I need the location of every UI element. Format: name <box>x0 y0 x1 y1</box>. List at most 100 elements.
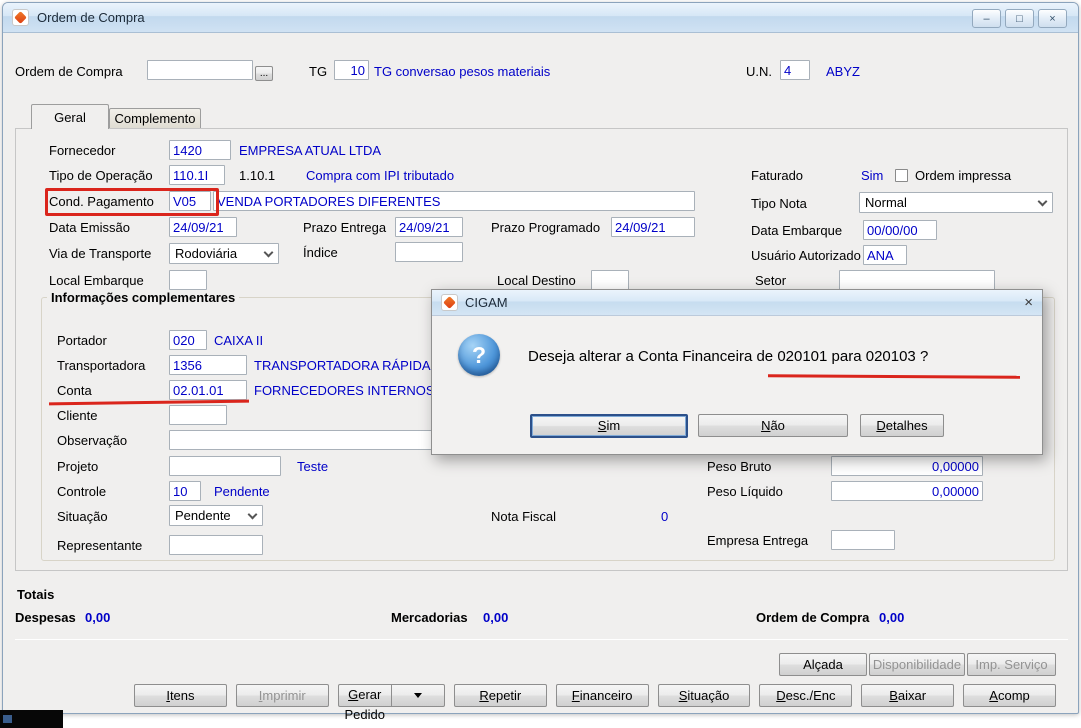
cond-pagamento-description <box>213 191 695 211</box>
projeto-input[interactable] <box>169 456 281 476</box>
dialog-title: CIGAM <box>465 295 508 310</box>
tipo-nota-value: Normal <box>865 195 907 210</box>
via-transporte-select[interactable]: Rodoviária <box>169 243 279 264</box>
local-embarque-input[interactable] <box>169 270 207 290</box>
prazo-programado-input[interactable] <box>611 217 695 237</box>
via-transporte-label: Via de Transporte <box>49 246 152 261</box>
tg-label: TG <box>309 64 328 79</box>
cond-pagamento-label: Cond. Pagamento <box>49 194 154 209</box>
data-embarque-input[interactable] <box>863 220 937 240</box>
browse-button[interactable]: ... <box>255 66 273 81</box>
nao-button[interactable]: Não <box>698 414 848 437</box>
indice-label: Índice <box>303 245 338 260</box>
cliente-label: Cliente <box>57 408 98 423</box>
setor-label: Setor <box>755 273 787 288</box>
question-icon: ? <box>458 334 500 376</box>
projeto-description: Teste <box>297 459 329 474</box>
cond-pagamento-input[interactable] <box>169 191 211 211</box>
setor-input[interactable] <box>839 270 995 290</box>
data-emissao-label: Data Emissão <box>49 220 130 235</box>
tipo-nota-select[interactable]: Normal <box>859 192 1053 213</box>
indice-input[interactable] <box>395 242 463 262</box>
tg-input[interactable] <box>334 60 369 80</box>
peso-liquido-label: Peso Líquido <box>707 484 783 499</box>
close-icon: × <box>1049 12 1056 25</box>
ordem-de-compra-window: Ordem de Compra – □ × Ordem de Compra ..… <box>2 2 1079 722</box>
prazo-entrega-input[interactable] <box>395 217 463 237</box>
close-button[interactable]: × <box>1038 9 1067 28</box>
tab-complemento[interactable]: Complemento <box>109 108 201 128</box>
empresa-entrega-label: Empresa Entrega <box>707 533 809 548</box>
action-button-row: Itens Imprimir Gerar Pedido Repetir Fina… <box>134 684 1056 722</box>
alcada-button[interactable]: Alçada <box>779 653 867 676</box>
peso-bruto-input[interactable] <box>831 456 983 476</box>
tab-geral[interactable]: Geral <box>31 104 109 129</box>
prazo-entrega-label: Prazo Entrega <box>303 220 387 235</box>
dialog-close-button[interactable]: × <box>1024 295 1033 310</box>
dropdown-arrow-icon <box>413 693 422 698</box>
mercadorias-label: Mercadorias <box>391 610 468 625</box>
controle-label: Controle <box>57 484 107 499</box>
un-input[interactable] <box>780 60 810 80</box>
prazo-programado-label: Prazo Programado <box>491 220 601 235</box>
acomp-button[interactable]: Acomp <box>963 684 1056 707</box>
financeiro-button[interactable]: Financeiro <box>555 684 649 707</box>
situacao-button[interactable]: Situação <box>657 684 751 707</box>
fornecedor-description: EMPRESA ATUAL LTDA <box>239 143 382 158</box>
fornecedor-input[interactable] <box>169 140 231 160</box>
imp-servico-button[interactable]: Imp. Serviço <box>967 653 1056 676</box>
totais-title: Totais <box>17 587 55 602</box>
nota-fiscal-value: 0 <box>661 509 669 524</box>
conta-label: Conta <box>57 383 92 398</box>
ordem-de-compra-input[interactable] <box>147 60 253 80</box>
situacao-label: Situação <box>57 509 108 524</box>
usuario-autorizado-input[interactable] <box>863 245 907 265</box>
gerar-pedido-split-button: Gerar Pedido <box>337 684 445 722</box>
informacoes-complementares-title: Informações complementares <box>47 290 240 305</box>
gerar-pedido-dropdown-button[interactable] <box>391 684 445 707</box>
faturado-value: Sim <box>861 168 884 183</box>
ordem-impressa-label: Ordem impressa <box>915 168 1012 183</box>
despesas-value: 0,00 <box>85 610 111 625</box>
repetir-button[interactable]: Repetir <box>453 684 547 707</box>
minimize-button[interactable]: – <box>972 9 1001 28</box>
baixar-button[interactable]: Baixar <box>861 684 955 707</box>
disponibilidade-button[interactable]: Disponibilidade <box>869 653 965 676</box>
sim-button[interactable]: Sim <box>530 414 688 438</box>
representante-input[interactable] <box>169 535 263 555</box>
detalhes-button[interactable]: Detalhes <box>860 414 944 437</box>
empresa-entrega-input[interactable] <box>831 530 895 550</box>
imprimir-button[interactable]: Imprimir <box>235 684 329 707</box>
tipo-operacao-code: 1.10.1 <box>239 168 276 183</box>
portador-input[interactable] <box>169 330 207 350</box>
tg-description: TG conversao pesos materiais <box>374 64 551 79</box>
conta-input[interactable] <box>169 380 247 400</box>
situacao-select[interactable]: Pendente <box>169 505 263 526</box>
ellipsis-icon: ... <box>259 67 269 79</box>
controle-input[interactable] <box>169 481 201 501</box>
un-description: ABYZ <box>826 64 860 79</box>
situacao-value: Pendente <box>175 508 231 523</box>
tipo-nota-label: Tipo Nota <box>751 196 807 211</box>
peso-liquido-input[interactable] <box>831 481 983 501</box>
restore-button[interactable]: □ <box>1005 9 1034 28</box>
window-title: Ordem de Compra <box>37 10 145 25</box>
ordem-total-label: Ordem de Compra <box>756 610 870 625</box>
desc-enc-button[interactable]: Desc./Enc <box>759 684 853 707</box>
peso-bruto-label: Peso Bruto <box>707 459 772 474</box>
chevron-down-icon <box>247 509 258 520</box>
portador-description: CAIXA II <box>214 333 264 348</box>
despesas-label: Despesas <box>15 610 76 625</box>
ordem-impressa-checkbox[interactable] <box>895 169 908 182</box>
tipo-operacao-input[interactable] <box>169 165 225 185</box>
transportadora-input[interactable] <box>169 355 247 375</box>
gerar-pedido-button[interactable]: Gerar Pedido <box>337 684 392 722</box>
cliente-input[interactable] <box>169 405 227 425</box>
faturado-label: Faturado <box>751 168 804 183</box>
local-destino-input[interactable] <box>591 270 629 290</box>
representante-label: Representante <box>57 538 143 553</box>
tipo-operacao-label: Tipo de Operação <box>49 168 153 183</box>
itens-button[interactable]: Itens <box>134 684 227 707</box>
data-emissao-input[interactable] <box>169 217 237 237</box>
ordem-de-compra-label: Ordem de Compra <box>15 64 123 79</box>
